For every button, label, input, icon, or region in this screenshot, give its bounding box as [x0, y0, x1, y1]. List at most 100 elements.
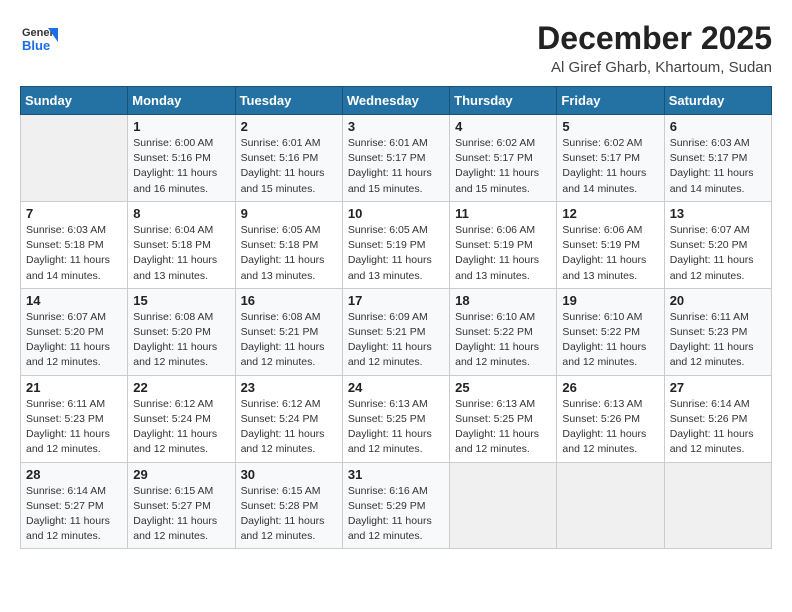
logo-icon: General Blue: [20, 20, 58, 58]
calendar-day-cell: 11 Sunrise: 6:06 AMSunset: 5:19 PMDayligh…: [450, 201, 557, 288]
day-number: 12: [562, 206, 658, 221]
day-sun-info: Sunrise: 6:04 AMSunset: 5:18 PMDaylight:…: [133, 223, 229, 284]
day-number: 19: [562, 293, 658, 308]
calendar-day-cell: 25 Sunrise: 6:13 AMSunset: 5:25 PMDayligh…: [450, 375, 557, 462]
day-sun-info: Sunrise: 6:13 AMSunset: 5:25 PMDaylight:…: [455, 397, 551, 458]
calendar-day-cell: [557, 462, 664, 549]
day-sun-info: Sunrise: 6:03 AMSunset: 5:18 PMDaylight:…: [26, 223, 122, 284]
day-number: 4: [455, 119, 551, 134]
day-number: 18: [455, 293, 551, 308]
calendar-day-cell: [21, 115, 128, 202]
day-sun-info: Sunrise: 6:01 AMSunset: 5:16 PMDaylight:…: [241, 136, 337, 197]
day-number: 5: [562, 119, 658, 134]
calendar-day-cell: 16 Sunrise: 6:08 AMSunset: 5:21 PMDayligh…: [235, 288, 342, 375]
day-number: 2: [241, 119, 337, 134]
calendar-day-cell: 7 Sunrise: 6:03 AMSunset: 5:18 PMDaylight…: [21, 201, 128, 288]
day-sun-info: Sunrise: 6:01 AMSunset: 5:17 PMDaylight:…: [348, 136, 444, 197]
calendar-day-cell: 18 Sunrise: 6:10 AMSunset: 5:22 PMDayligh…: [450, 288, 557, 375]
calendar-day-cell: 26Sunrise: 6:13 AMSunset: 5:26 PMDayligh…: [557, 375, 664, 462]
day-number: 17: [348, 293, 444, 308]
calendar-day-cell: 1Sunrise: 6:00 AMSunset: 5:16 PMDaylight…: [128, 115, 235, 202]
day-number: 27: [670, 380, 766, 395]
day-of-week-header: Friday: [557, 87, 664, 115]
svg-text:Blue: Blue: [22, 38, 50, 53]
day-number: 6: [670, 119, 766, 134]
calendar-day-cell: 12 Sunrise: 6:06 AMSunset: 5:19 PMDayligh…: [557, 201, 664, 288]
calendar-day-cell: 5 Sunrise: 6:02 AMSunset: 5:17 PMDaylight…: [557, 115, 664, 202]
day-sun-info: Sunrise: 6:14 AMSunset: 5:26 PMDaylight:…: [670, 397, 766, 458]
calendar-day-cell: 27 Sunrise: 6:14 AMSunset: 5:26 PMDayligh…: [664, 375, 771, 462]
calendar-day-cell: 9 Sunrise: 6:05 AMSunset: 5:18 PMDaylight…: [235, 201, 342, 288]
calendar-day-cell: 10Sunrise: 6:05 AMSunset: 5:19 PMDayligh…: [342, 201, 449, 288]
day-sun-info: Sunrise: 6:07 AMSunset: 5:20 PMDaylight:…: [26, 310, 122, 371]
title-area: December 2025 Al Giref Gharb, Khartoum, …: [537, 20, 772, 76]
calendar-body: 1Sunrise: 6:00 AMSunset: 5:16 PMDaylight…: [21, 115, 772, 549]
day-sun-info: Sunrise: 6:03 AMSunset: 5:17 PMDaylight:…: [670, 136, 766, 197]
day-number: 11: [455, 206, 551, 221]
day-sun-info: Sunrise: 6:06 AMSunset: 5:19 PMDaylight:…: [562, 223, 658, 284]
calendar-day-cell: 8 Sunrise: 6:04 AMSunset: 5:18 PMDaylight…: [128, 201, 235, 288]
day-number: 23: [241, 380, 337, 395]
calendar-week-row: 7 Sunrise: 6:03 AMSunset: 5:18 PMDaylight…: [21, 201, 772, 288]
day-sun-info: Sunrise: 6:08 AMSunset: 5:20 PMDaylight:…: [133, 310, 229, 371]
month-title: December 2025: [537, 20, 772, 57]
day-sun-info: Sunrise: 6:12 AMSunset: 5:24 PMDaylight:…: [133, 397, 229, 458]
day-sun-info: Sunrise: 6:13 AMSunset: 5:25 PMDaylight:…: [348, 397, 444, 458]
calendar-table: SundayMondayTuesdayWednesdayThursdayFrid…: [20, 86, 772, 549]
day-sun-info: Sunrise: 6:05 AMSunset: 5:18 PMDaylight:…: [241, 223, 337, 284]
day-number: 25: [455, 380, 551, 395]
calendar-day-cell: 15 Sunrise: 6:08 AMSunset: 5:20 PMDayligh…: [128, 288, 235, 375]
calendar-day-cell: 19 Sunrise: 6:10 AMSunset: 5:22 PMDayligh…: [557, 288, 664, 375]
day-sun-info: Sunrise: 6:14 AMSunset: 5:27 PMDaylight:…: [26, 484, 122, 545]
calendar-day-cell: 2 Sunrise: 6:01 AMSunset: 5:16 PMDaylight…: [235, 115, 342, 202]
day-number: 29: [133, 467, 229, 482]
day-sun-info: Sunrise: 6:00 AMSunset: 5:16 PMDaylight:…: [133, 136, 229, 197]
day-sun-info: Sunrise: 6:10 AMSunset: 5:22 PMDaylight:…: [562, 310, 658, 371]
day-number: 22: [133, 380, 229, 395]
day-number: 8: [133, 206, 229, 221]
day-number: 16: [241, 293, 337, 308]
calendar-day-cell: 4Sunrise: 6:02 AMSunset: 5:17 PMDaylight…: [450, 115, 557, 202]
day-sun-info: Sunrise: 6:07 AMSunset: 5:20 PMDaylight:…: [670, 223, 766, 284]
day-sun-info: Sunrise: 6:02 AMSunset: 5:17 PMDaylight:…: [562, 136, 658, 197]
calendar-day-cell: 20Sunrise: 6:11 AMSunset: 5:23 PMDayligh…: [664, 288, 771, 375]
logo: General Blue: [20, 20, 62, 58]
day-of-week-header: Saturday: [664, 87, 771, 115]
day-number: 20: [670, 293, 766, 308]
day-number: 9: [241, 206, 337, 221]
calendar-week-row: 1Sunrise: 6:00 AMSunset: 5:16 PMDaylight…: [21, 115, 772, 202]
day-of-week-header: Tuesday: [235, 87, 342, 115]
day-number: 10: [348, 206, 444, 221]
calendar-day-cell: 31Sunrise: 6:16 AMSunset: 5:29 PMDayligh…: [342, 462, 449, 549]
calendar-day-cell: 24Sunrise: 6:13 AMSunset: 5:25 PMDayligh…: [342, 375, 449, 462]
calendar-day-cell: 3 Sunrise: 6:01 AMSunset: 5:17 PMDaylight…: [342, 115, 449, 202]
day-sun-info: Sunrise: 6:10 AMSunset: 5:22 PMDaylight:…: [455, 310, 551, 371]
day-number: 14: [26, 293, 122, 308]
day-sun-info: Sunrise: 6:12 AMSunset: 5:24 PMDaylight:…: [241, 397, 337, 458]
calendar-day-cell: 17 Sunrise: 6:09 AMSunset: 5:21 PMDayligh…: [342, 288, 449, 375]
calendar-day-cell: 29Sunrise: 6:15 AMSunset: 5:27 PMDayligh…: [128, 462, 235, 549]
day-number: 15: [133, 293, 229, 308]
day-of-week-header: Wednesday: [342, 87, 449, 115]
calendar-day-cell: 6 Sunrise: 6:03 AMSunset: 5:17 PMDaylight…: [664, 115, 771, 202]
day-number: 30: [241, 467, 337, 482]
calendar-header-row: SundayMondayTuesdayWednesdayThursdayFrid…: [21, 87, 772, 115]
day-sun-info: Sunrise: 6:09 AMSunset: 5:21 PMDaylight:…: [348, 310, 444, 371]
calendar-week-row: 21Sunrise: 6:11 AMSunset: 5:23 PMDayligh…: [21, 375, 772, 462]
day-number: 28: [26, 467, 122, 482]
day-sun-info: Sunrise: 6:08 AMSunset: 5:21 PMDaylight:…: [241, 310, 337, 371]
day-number: 7: [26, 206, 122, 221]
day-number: 26: [562, 380, 658, 395]
day-of-week-header: Thursday: [450, 87, 557, 115]
calendar-day-cell: 23 Sunrise: 6:12 AMSunset: 5:24 PMDayligh…: [235, 375, 342, 462]
calendar-week-row: 14 Sunrise: 6:07 AMSunset: 5:20 PMDayligh…: [21, 288, 772, 375]
day-sun-info: Sunrise: 6:06 AMSunset: 5:19 PMDaylight:…: [455, 223, 551, 284]
calendar-day-cell: 14 Sunrise: 6:07 AMSunset: 5:20 PMDayligh…: [21, 288, 128, 375]
calendar-day-cell: 13 Sunrise: 6:07 AMSunset: 5:20 PMDayligh…: [664, 201, 771, 288]
calendar-day-cell: 21Sunrise: 6:11 AMSunset: 5:23 PMDayligh…: [21, 375, 128, 462]
day-number: 13: [670, 206, 766, 221]
calendar-day-cell: [664, 462, 771, 549]
calendar-day-cell: 28 Sunrise: 6:14 AMSunset: 5:27 PMDayligh…: [21, 462, 128, 549]
day-number: 3: [348, 119, 444, 134]
day-number: 31: [348, 467, 444, 482]
